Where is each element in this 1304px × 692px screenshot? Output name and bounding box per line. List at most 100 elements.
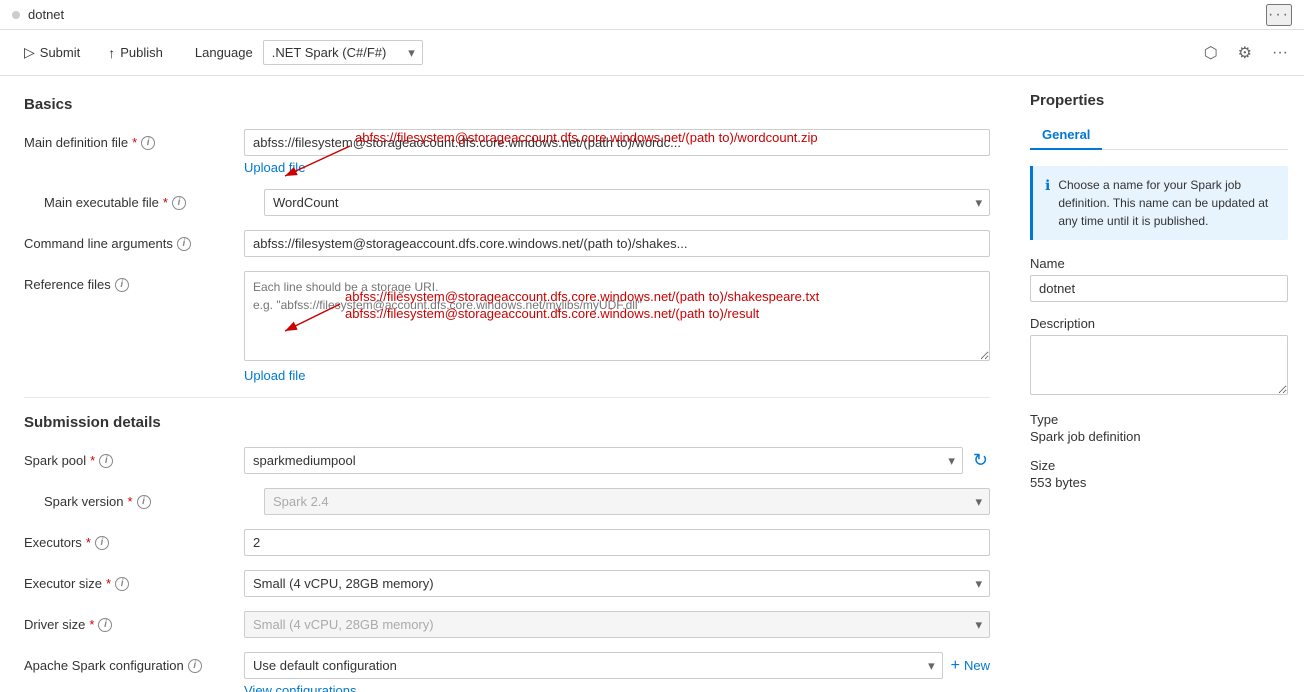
publish-label: Publish [120, 45, 163, 60]
executor-size-select[interactable]: Small (4 vCPU, 28GB memory) Medium (8 vC… [244, 570, 990, 597]
prop-name-field: Name [1030, 256, 1288, 302]
spark-version-select[interactable]: Spark 2.4 [264, 488, 990, 515]
apache-config-row: Apache Spark configuration i Use default… [24, 652, 990, 692]
view-configurations-link[interactable]: View configurations [244, 683, 357, 692]
submit-icon: ▷ [24, 44, 35, 61]
executor-size-row: Executor size * i Small (4 vCPU, 28GB me… [24, 570, 990, 597]
spark-version-label: Spark version * i [44, 488, 264, 509]
driver-size-label: Driver size * i [24, 611, 244, 632]
apache-config-control: Use default configuration + New View con… [244, 652, 990, 692]
executors-input[interactable] [244, 529, 990, 556]
reference-files-textarea[interactable] [244, 271, 990, 361]
prop-type-value: Spark job definition [1030, 429, 1288, 444]
spark-pool-info-icon[interactable]: i [99, 454, 113, 468]
main-executable-select[interactable]: WordCount [264, 189, 990, 216]
submit-button[interactable]: ▷ Submit [12, 38, 92, 67]
apache-config-info-icon[interactable]: i [188, 659, 202, 673]
title-bar: dotnet ··· [0, 0, 1304, 30]
main-executable-info-icon[interactable]: i [172, 196, 186, 210]
apache-config-select[interactable]: Use default configuration [244, 652, 943, 679]
plus-icon: + [951, 657, 960, 675]
spark-pool-select[interactable]: sparkmediumpool [244, 447, 963, 474]
prop-size-field: Size 553 bytes [1030, 458, 1288, 490]
command-line-info-icon[interactable]: i [177, 237, 191, 251]
prop-name-label: Name [1030, 256, 1288, 271]
prop-type-field: Type Spark job definition [1030, 412, 1288, 444]
main-layout: abfss://filesystem@storageaccount.dfs.co… [0, 76, 1304, 692]
form-area-wrapper: abfss://filesystem@storageaccount.dfs.co… [0, 76, 1014, 692]
spark-pool-refresh-button[interactable]: ↻ [971, 448, 990, 473]
executor-size-control: Small (4 vCPU, 28GB memory) Medium (8 vC… [244, 570, 990, 597]
settings-icon-button[interactable]: ⚙ [1234, 39, 1256, 67]
prop-type-label: Type [1030, 412, 1288, 427]
info-box-icon: ℹ [1045, 177, 1050, 230]
tab-general[interactable]: General [1030, 121, 1102, 150]
new-config-button[interactable]: + New [951, 657, 990, 675]
apache-config-input-row: Use default configuration + New [244, 652, 990, 679]
main-executable-control: WordCount [264, 189, 990, 216]
main-executable-row: Main executable file * i WordCount [24, 189, 990, 216]
form-area: Basics Main definition file * i Upload f… [0, 76, 1014, 692]
main-executable-label: Main executable file * i [44, 189, 264, 210]
command-line-row: Command line arguments i [24, 230, 990, 257]
title-bar-left: dotnet [12, 7, 64, 22]
toolbar-left: ▷ Submit ↑ Publish Language .NET Spark (… [12, 38, 423, 67]
basics-section-title: Basics [24, 96, 990, 113]
language-select-wrapper: .NET Spark (C#/F#) PySpark Spark (Scala) [257, 40, 423, 65]
main-definition-row: Main definition file * i Upload file [24, 129, 990, 175]
spark-version-control: Spark 2.4 [264, 488, 990, 515]
executors-label: Executors * i [24, 529, 244, 550]
apache-config-label: Apache Spark configuration i [24, 652, 244, 673]
more-options-button[interactable]: ··· [1268, 40, 1292, 66]
title-more-button[interactable]: ··· [1266, 4, 1292, 26]
main-definition-label: Main definition file * i [24, 129, 244, 150]
prop-description-textarea[interactable] [1030, 335, 1288, 395]
driver-size-control: Small (4 vCPU, 28GB memory) [244, 611, 990, 638]
publish-button[interactable]: ↑ Publish [96, 39, 175, 67]
language-select[interactable]: .NET Spark (C#/F#) PySpark Spark (Scala) [263, 40, 423, 65]
toolbar: ▷ Submit ↑ Publish Language .NET Spark (… [0, 30, 1304, 76]
command-line-input[interactable] [244, 230, 990, 257]
upload-file-link-2[interactable]: Upload file [244, 368, 305, 383]
executors-control [244, 529, 990, 556]
main-definition-input[interactable] [244, 129, 990, 156]
reference-files-info-icon[interactable]: i [115, 278, 129, 292]
executor-size-label: Executor size * i [24, 570, 244, 591]
prop-name-input[interactable] [1030, 275, 1288, 302]
properties-tabs: General [1030, 121, 1288, 150]
info-box-content: ℹ Choose a name for your Spark job defin… [1045, 176, 1276, 230]
prop-size-value: 553 bytes [1030, 475, 1288, 490]
title-bar-right: ··· [1266, 4, 1292, 26]
reference-files-label: Reference files i [24, 271, 244, 292]
prop-description-field: Description [1030, 316, 1288, 398]
executors-info-icon[interactable]: i [95, 536, 109, 550]
main-definition-info-icon[interactable]: i [141, 136, 155, 150]
title-dot [12, 11, 20, 19]
reference-files-control: Upload file [244, 271, 990, 383]
spark-pool-dropdown-wrap: sparkmediumpool [244, 447, 963, 474]
app-title: dotnet [28, 7, 64, 22]
submission-section-title: Submission details [24, 414, 990, 431]
driver-size-info-icon[interactable]: i [98, 618, 112, 632]
publish-icon: ↑ [108, 45, 115, 61]
new-label: New [964, 658, 990, 673]
toolbar-right: ⬡ ⚙ ··· [1200, 39, 1292, 67]
driver-size-select[interactable]: Small (4 vCPU, 28GB memory) [244, 611, 990, 638]
prop-size-label: Size [1030, 458, 1288, 473]
spark-pool-row: Spark pool * i sparkmediumpool ↻ [24, 447, 990, 474]
info-box-text: Choose a name for your Spark job definit… [1058, 176, 1276, 230]
submit-label: Submit [40, 45, 80, 60]
executor-size-info-icon[interactable]: i [115, 577, 129, 591]
command-line-control [244, 230, 990, 257]
properties-panel: Properties General ℹ Choose a name for y… [1014, 76, 1304, 692]
info-box: ℹ Choose a name for your Spark job defin… [1030, 166, 1288, 240]
spark-pool-input-row: sparkmediumpool ↻ [244, 447, 990, 474]
upload-file-link-1[interactable]: Upload file [244, 160, 305, 175]
spark-version-info-icon[interactable]: i [137, 495, 151, 509]
spark-pool-control: sparkmediumpool ↻ [244, 447, 990, 474]
apache-config-dropdown-wrap: Use default configuration [244, 652, 943, 679]
share-icon-button[interactable]: ⬡ [1200, 39, 1222, 67]
main-definition-control: Upload file [244, 129, 990, 175]
language-label: Language [195, 45, 253, 60]
command-line-label: Command line arguments i [24, 230, 244, 251]
